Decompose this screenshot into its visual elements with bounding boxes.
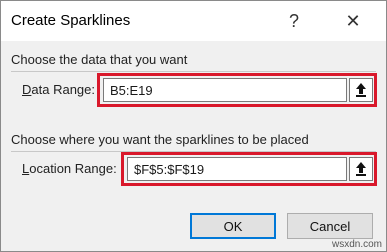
cancel-button[interactable]: Cancel <box>287 213 373 239</box>
range-selector-icon[interactable] <box>349 157 373 181</box>
location-range-input[interactable]: $F$5:$F$19 <box>127 157 347 181</box>
help-icon[interactable]: ? <box>279 7 309 35</box>
data-range-label: Data Range: <box>22 82 95 97</box>
ok-button[interactable]: OK <box>190 213 276 239</box>
create-sparklines-dialog: Create Sparklines ? ✕ Choose the data th… <box>0 0 387 252</box>
location-section-heading: Choose where you want the sparklines to … <box>11 132 309 147</box>
divider <box>11 151 376 152</box>
dialog-title: Create Sparklines <box>11 12 131 29</box>
close-icon[interactable]: ✕ <box>338 7 368 35</box>
location-range-label: Location Range: <box>22 161 117 176</box>
data-range-input[interactable]: B5:E19 <box>103 78 347 102</box>
data-section-heading: Choose the data that you want <box>11 52 188 67</box>
divider <box>11 71 376 72</box>
range-selector-icon[interactable] <box>349 78 373 102</box>
title-bar: Create Sparklines ? ✕ <box>1 1 386 41</box>
watermark: wsxdn.com <box>332 239 383 250</box>
